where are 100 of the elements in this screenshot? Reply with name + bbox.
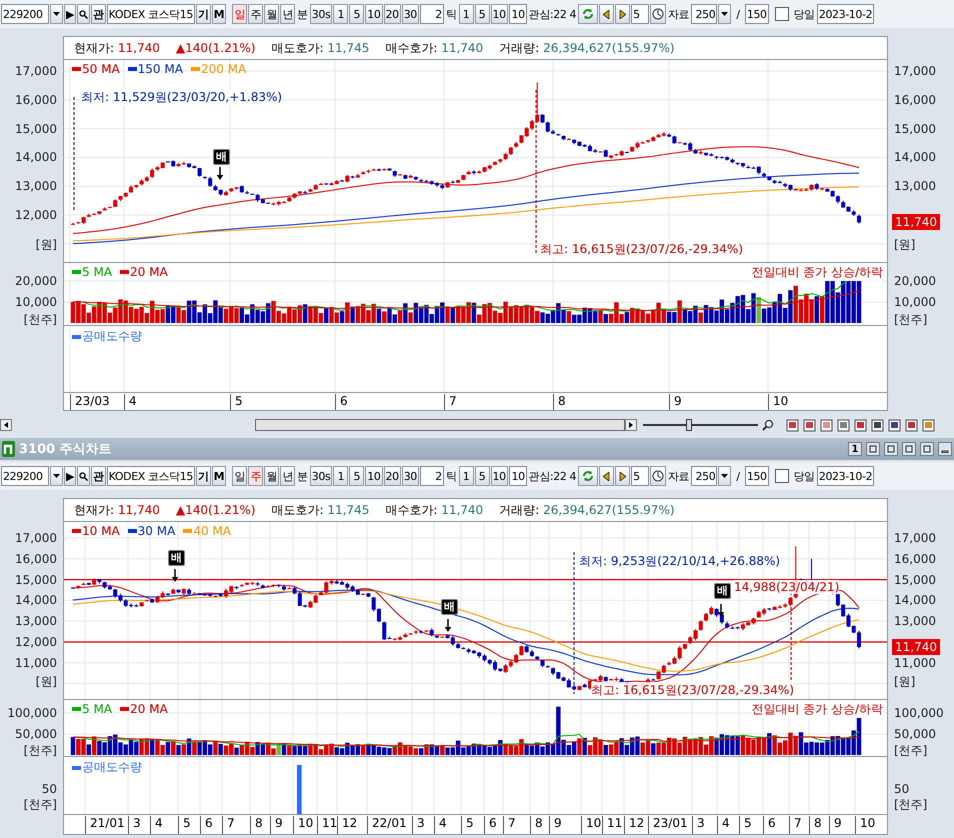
tick-input[interactable]: 10 [508,4,527,24]
down-arrow-icon [718,604,724,617]
tick-button[interactable]: 10 [490,466,508,486]
minute-button[interactable]: 5 [349,4,364,24]
tool-icon[interactable] [922,418,935,432]
dropdown-button[interactable] [50,466,63,486]
next-button[interactable]: ▶ [64,4,76,24]
minute-button[interactable]: 1 [333,4,348,24]
minute-button[interactable]: 20 [384,466,401,486]
minute-input[interactable]: 2 [420,4,444,24]
tick-button[interactable]: 1 [458,466,474,486]
axis-tick-label: 13,000 [894,179,936,194]
today-checkbox[interactable] [774,469,789,483]
data-label: 자료 [667,468,690,484]
legend-label: 5 MA [82,702,112,716]
chart-option-button[interactable]: 기 [196,466,211,486]
tick-button[interactable]: 5 [474,466,490,486]
tool-icon[interactable] [803,418,816,432]
date-axis-label: 23/03 [70,394,110,410]
data-count-combo[interactable]: 250 [691,4,718,24]
refresh-button[interactable] [578,466,598,486]
view-count-input[interactable]: 150 [744,466,769,486]
tool-icon[interactable] [854,418,867,432]
previous-button[interactable] [599,4,614,24]
date-field[interactable]: 2023-10-2 [816,466,874,486]
stock-code-combo[interactable]: 229200 [1,466,49,486]
minute-button[interactable]: 20 [384,4,401,24]
timer-button[interactable] [650,466,666,486]
scroll-left-button[interactable] [0,419,12,431]
period-tab[interactable]: 월 [264,466,280,486]
data-label: 자료 [667,6,690,22]
signal-badge: 배 [213,149,230,165]
period-tab[interactable]: 일 [232,466,248,486]
minute-combo[interactable]: 30s [310,4,332,24]
tick-button[interactable]: 10 [490,4,508,24]
chart-option-button[interactable]: M [212,4,226,24]
watch-button[interactable]: 관 [91,4,106,24]
period-tab[interactable]: 월 [264,4,280,24]
tick-input[interactable]: 10 [508,466,527,486]
window-control-button[interactable] [920,442,934,456]
timer-button[interactable] [650,4,666,24]
search-button[interactable] [77,4,90,24]
minute-button[interactable]: 10 [365,4,382,24]
scroll-right-button[interactable] [625,419,637,431]
stock-code-combo[interactable]: 229200 [1,4,49,24]
tool-icon[interactable] [871,418,884,432]
minute-button[interactable]: 30 [402,466,419,486]
dropdown-button[interactable] [718,466,732,486]
period-tab[interactable]: 주 [248,4,264,24]
next-page-button[interactable] [615,4,630,24]
minute-button[interactable]: 5 [349,466,364,486]
tool-icon[interactable] [820,418,833,432]
volume-caption: 전일대비 종가 상승/하락 [751,264,883,281]
step-input[interactable]: 5 [631,466,650,486]
window-control-button[interactable] [884,442,898,456]
window-control-button[interactable] [866,442,880,456]
axis-tick-label: 14,000 [15,593,57,608]
data-count-combo[interactable]: 250 [691,466,718,486]
tool-icon[interactable] [786,418,799,432]
previous-button[interactable] [599,466,614,486]
next-button[interactable]: ▶ [64,466,76,486]
minute-button[interactable]: 1 [333,466,348,486]
minute-button[interactable]: 30 [402,4,419,24]
search-icon[interactable] [762,419,774,431]
date-axis-label: 7 [789,816,802,834]
chart-option-button[interactable]: M [212,466,226,486]
date-field[interactable]: 2023-10-2 [816,4,874,24]
quote-item: 매도호가: 11,745 [271,40,370,56]
refresh-button[interactable] [578,4,598,24]
slider-thumb[interactable] [686,419,692,431]
watch-button[interactable]: 관 [91,466,106,486]
next-page-button[interactable] [615,466,630,486]
minute-button[interactable]: 10 [365,466,382,486]
window-control-button[interactable] [902,442,916,456]
tool-icon[interactable] [837,418,850,432]
legend-label: 40 MA [193,524,231,538]
dropdown-button[interactable] [50,4,63,24]
down-arrow-icon [216,167,224,180]
period-tab[interactable]: 주 [248,466,264,486]
today-checkbox[interactable] [774,7,789,21]
chart-option-button[interactable]: 기 [196,4,211,24]
zoom-slider[interactable] [643,419,758,431]
search-button[interactable] [77,466,90,486]
minute-combo[interactable]: 30s [310,466,332,486]
stock-name-field[interactable]: KODEX 코스닥15 [106,4,195,24]
tick-button[interactable]: 1 [458,4,474,24]
window-number-button[interactable]: 1 [848,442,862,456]
step-input[interactable]: 5 [631,4,650,24]
period-tab[interactable]: 년 [280,466,296,486]
tool-icon[interactable] [888,418,901,432]
axis-tick-label: 10,000 [894,295,936,309]
view-count-input[interactable]: 150 [744,4,769,24]
stock-name-field[interactable]: KODEX 코스닥15 [106,466,195,486]
window-control-button[interactable] [938,442,952,456]
dropdown-button[interactable] [718,4,732,24]
period-tab[interactable]: 년 [280,4,296,24]
minute-input[interactable]: 2 [420,466,444,486]
tool-icon[interactable] [905,418,918,432]
tick-button[interactable]: 5 [474,4,490,24]
period-tab[interactable]: 일 [232,4,248,24]
